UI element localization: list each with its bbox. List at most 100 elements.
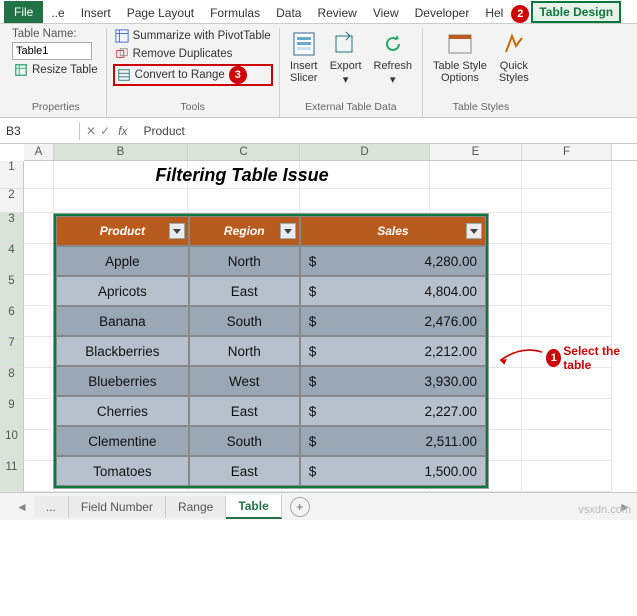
cell-sales[interactable]: $4,804.00 <box>300 276 486 306</box>
cell[interactable] <box>522 275 612 306</box>
name-box[interactable]: B3 <box>0 122 80 140</box>
table-row[interactable]: Blueberries West $3,930.00 <box>56 366 486 396</box>
col-A[interactable]: A <box>24 144 54 160</box>
cell[interactable] <box>24 213 54 244</box>
nav-prev-icon[interactable]: ◄ <box>10 500 34 514</box>
cell-region[interactable]: East <box>189 276 300 306</box>
tab-insert[interactable]: Insert <box>73 3 119 23</box>
tab-file[interactable]: File <box>4 1 43 23</box>
cell-sales[interactable]: $1,500.00 <box>300 456 486 486</box>
tab-review[interactable]: Review <box>309 3 364 23</box>
sheet-body[interactable]: 1 2 3 4 <box>0 161 637 492</box>
table-row[interactable]: Banana South $2,476.00 <box>56 306 486 336</box>
tab-developer[interactable]: Developer <box>407 3 478 23</box>
row-7[interactable]: 7 <box>0 337 24 368</box>
cell-sales[interactable]: $2,227.00 <box>300 396 486 426</box>
refresh-button[interactable]: Refresh ▾ <box>370 28 417 88</box>
cell-product[interactable]: Cherries <box>56 396 189 426</box>
cell[interactable] <box>24 399 54 430</box>
sheet-tab-table[interactable]: Table <box>226 495 281 519</box>
cell-sales[interactable]: $2,212.00 <box>300 336 486 366</box>
cell-product[interactable]: Blackberries <box>56 336 189 366</box>
tab-home-cut[interactable]: ..e <box>43 3 72 23</box>
cell[interactable] <box>300 189 430 213</box>
table-row[interactable]: Apple North $4,280.00 <box>56 246 486 276</box>
resize-table-button[interactable]: Resize Table <box>12 62 100 78</box>
export-button[interactable]: Export ▾ <box>326 28 366 88</box>
tab-help-cut[interactable]: Hel <box>477 3 511 23</box>
formula-value[interactable]: Product <box>137 122 190 140</box>
cell[interactable] <box>24 461 54 492</box>
convert-to-range-button[interactable]: Convert to Range 3 <box>113 64 273 86</box>
cell[interactable] <box>24 306 54 337</box>
table-row[interactable]: Tomatoes East $1,500.00 <box>56 456 486 486</box>
cell[interactable] <box>24 430 54 461</box>
excel-table[interactable]: Product Region Sales Apple North $4,280.… <box>54 214 488 488</box>
quick-styles-button[interactable]: Quick Styles <box>495 28 533 86</box>
table-row[interactable]: Apricots East $4,804.00 <box>56 276 486 306</box>
cell-product[interactable]: Apple <box>56 246 189 276</box>
row-10[interactable]: 10 <box>0 430 24 461</box>
cell-sales[interactable]: $2,476.00 <box>300 306 486 336</box>
col-C[interactable]: C <box>188 144 300 160</box>
cell[interactable] <box>522 161 612 189</box>
cell[interactable] <box>24 337 54 368</box>
cell-sales[interactable]: $2,511.00 <box>300 426 486 456</box>
col-D[interactable]: D <box>300 144 430 160</box>
cell-sales[interactable]: $4,280.00 <box>300 246 486 276</box>
cell-region[interactable]: South <box>189 306 300 336</box>
cell-sales[interactable]: $3,930.00 <box>300 366 486 396</box>
cell[interactable] <box>24 275 54 306</box>
cell[interactable] <box>430 161 522 189</box>
tab-view[interactable]: View <box>365 3 407 23</box>
cell-product[interactable]: Banana <box>56 306 189 336</box>
header-sales[interactable]: Sales <box>300 216 486 246</box>
table-style-options-button[interactable]: Table Style Options <box>429 28 491 86</box>
table-name-input[interactable] <box>12 42 92 60</box>
table-row[interactable]: Clementine South $2,511.00 <box>56 426 486 456</box>
col-B[interactable]: B <box>54 144 188 160</box>
tab-table-design[interactable]: Table Design <box>531 1 621 23</box>
filter-icon[interactable] <box>466 223 482 239</box>
table-row[interactable]: Blackberries North $2,212.00 <box>56 336 486 366</box>
cell-product[interactable]: Clementine <box>56 426 189 456</box>
cancel-icon[interactable]: ✕ <box>86 124 96 138</box>
cell[interactable] <box>24 189 54 213</box>
cell-region[interactable]: North <box>189 336 300 366</box>
tab-page-layout[interactable]: Page Layout <box>119 3 202 23</box>
row-3[interactable]: 3 <box>0 213 24 244</box>
cell-product[interactable]: Blueberries <box>56 366 189 396</box>
col-F[interactable]: F <box>522 144 612 160</box>
header-product[interactable]: Product <box>56 216 189 246</box>
cell-product[interactable]: Tomatoes <box>56 456 189 486</box>
cell[interactable] <box>522 306 612 337</box>
row-2[interactable]: 2 <box>0 189 24 213</box>
row-11[interactable]: 11 <box>0 461 24 492</box>
cell-region[interactable]: South <box>189 426 300 456</box>
row-8[interactable]: 8 <box>0 368 24 399</box>
summarize-pivot-button[interactable]: Summarize with PivotTable <box>113 28 273 44</box>
cell[interactable] <box>430 189 522 213</box>
cell[interactable] <box>24 244 54 275</box>
fx-icon[interactable]: fx <box>114 124 131 138</box>
tab-formulas[interactable]: Formulas <box>202 3 268 23</box>
enter-icon[interactable]: ✓ <box>100 124 110 138</box>
insert-slicer-button[interactable]: Insert Slicer <box>286 28 322 86</box>
cell[interactable] <box>24 368 54 399</box>
row-9[interactable]: 9 <box>0 399 24 430</box>
cell-region[interactable]: North <box>189 246 300 276</box>
cell-region[interactable]: West <box>189 366 300 396</box>
row-1[interactable]: 1 <box>0 161 24 189</box>
cell[interactable] <box>522 244 612 275</box>
cell[interactable] <box>522 461 612 492</box>
sheet-tab-more[interactable]: ... <box>34 496 69 518</box>
filter-icon[interactable] <box>280 223 296 239</box>
header-region[interactable]: Region <box>189 216 300 246</box>
cell-region[interactable]: East <box>189 396 300 426</box>
sheet-tab-field-number[interactable]: Field Number <box>69 496 166 518</box>
tab-data[interactable]: Data <box>268 3 309 23</box>
col-E[interactable]: E <box>430 144 522 160</box>
cell-product[interactable]: Apricots <box>56 276 189 306</box>
filter-icon[interactable] <box>169 223 185 239</box>
row-5[interactable]: 5 <box>0 275 24 306</box>
